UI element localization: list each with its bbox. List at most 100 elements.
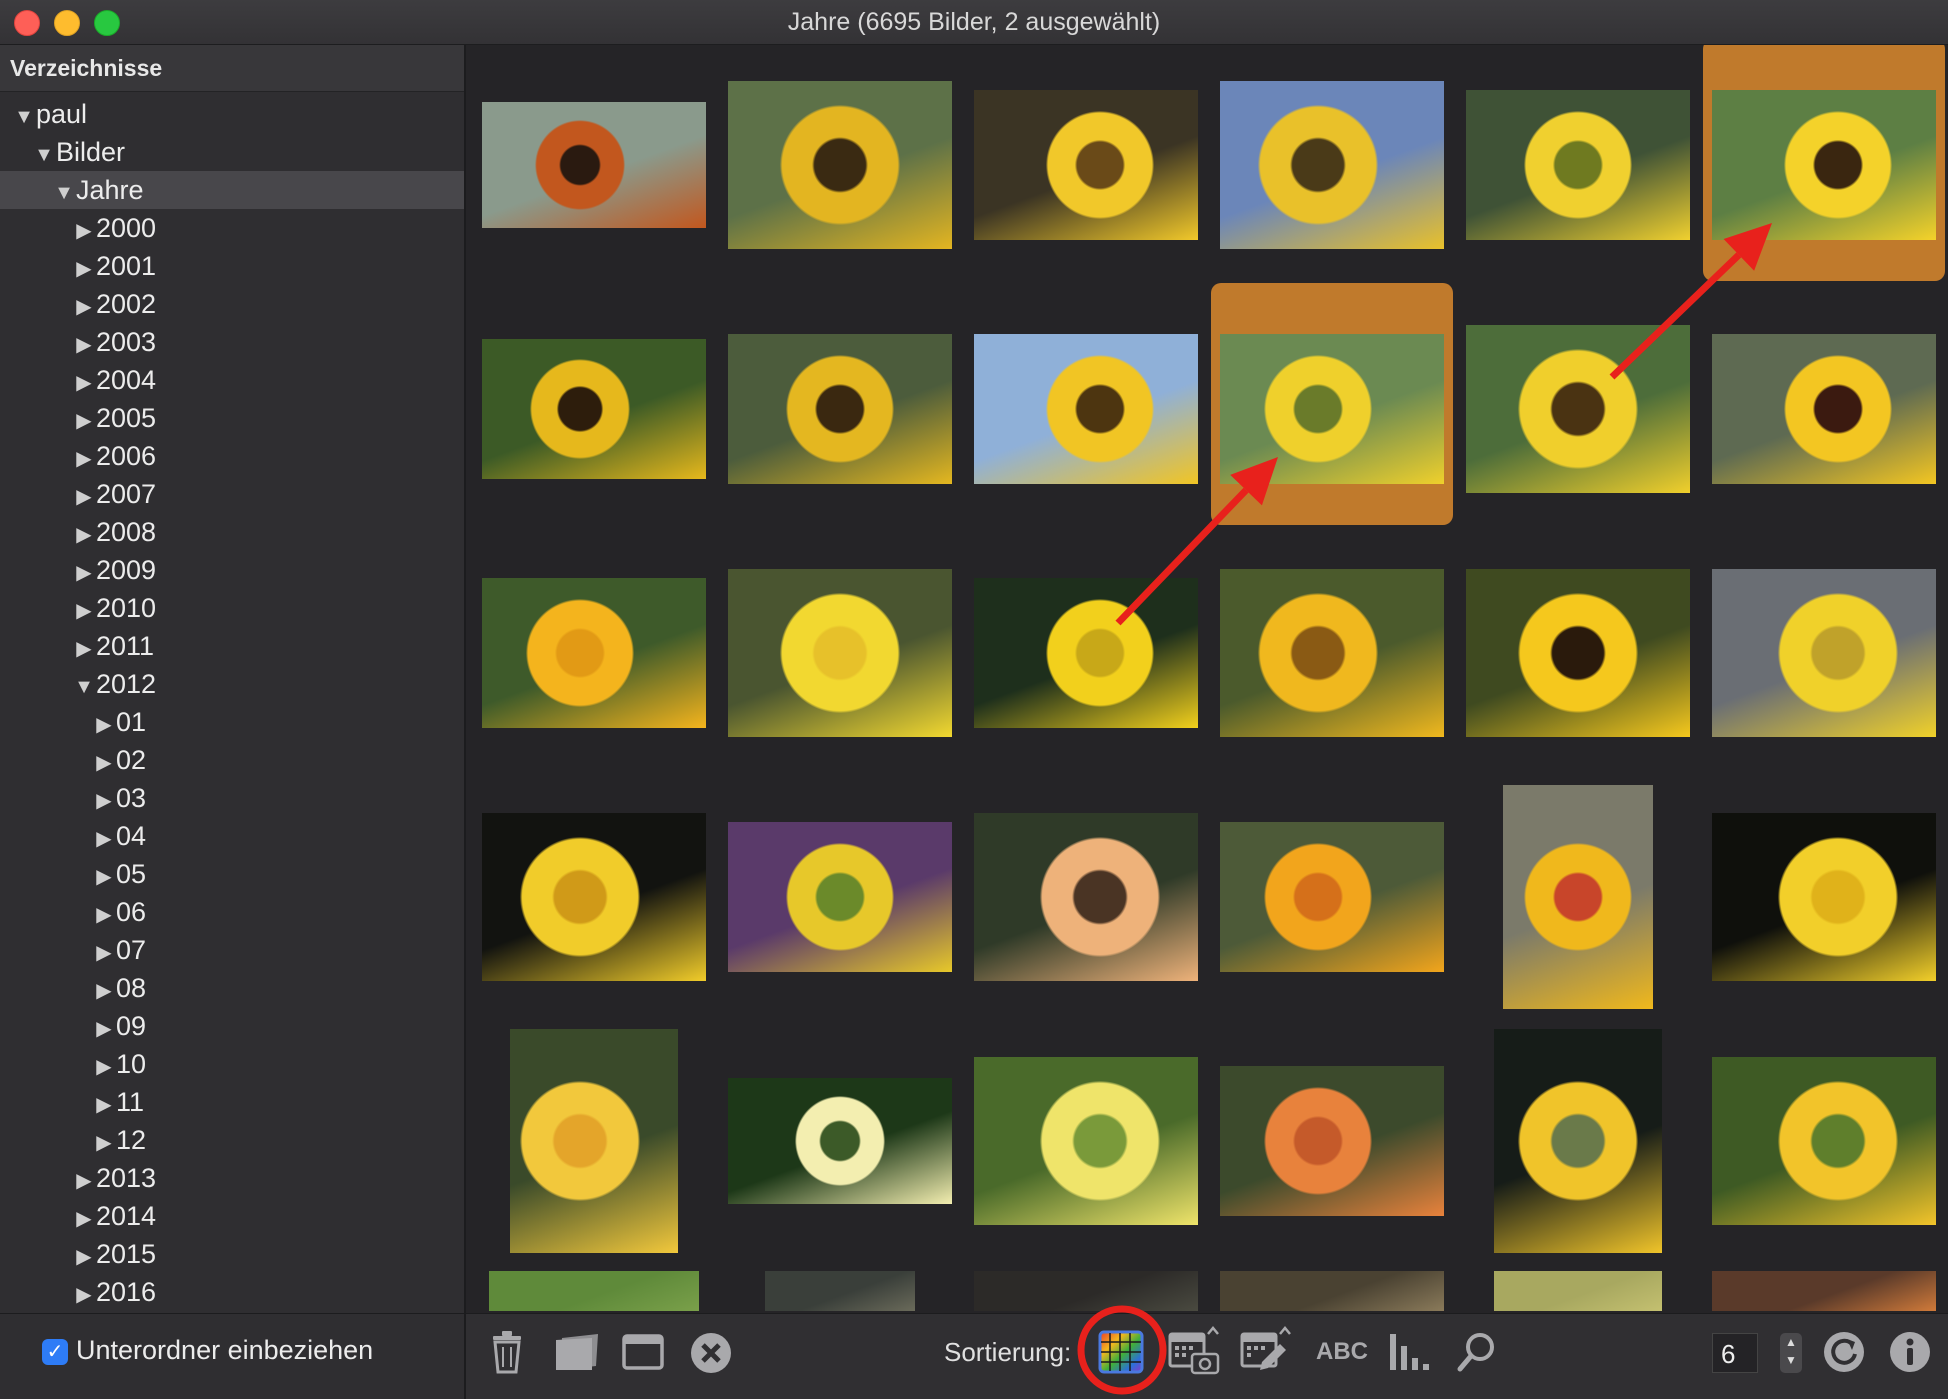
- disclosure-collapsed-icon[interactable]: ▶: [74, 478, 94, 516]
- disclosure-collapsed-icon[interactable]: ▶: [94, 744, 114, 782]
- sidebar: Verzeichnisse ▼paul ▼Bilder ▼Jahre ▶ 2000 ▶ 20…: [0, 45, 466, 1313]
- disclosure-collapsed-icon[interactable]: ▶: [74, 212, 94, 250]
- include-subfolders-checkbox[interactable]: ✓: [42, 1339, 68, 1365]
- tree-item-11[interactable]: ▶ 11: [0, 1083, 464, 1121]
- annotation-arrows: [1115, 223, 1772, 626]
- disclosure-collapsed-icon[interactable]: ▶: [94, 1048, 114, 1086]
- thumbnail-grid[interactable]: [466, 45, 1948, 1313]
- tree-item-2012[interactable]: ▼2012: [0, 665, 464, 703]
- tree-item-label: 2004: [96, 365, 157, 395]
- disclosure-expanded-icon[interactable]: ▼: [34, 136, 54, 174]
- disclosure-collapsed-icon[interactable]: ▶: [94, 1010, 114, 1048]
- sort-rating-icon[interactable]: [1388, 1330, 1432, 1374]
- zoom-stepper[interactable]: ▲ ▼: [1780, 1333, 1802, 1373]
- tree-item-jahre[interactable]: ▼Jahre: [0, 171, 464, 209]
- tree-item-2013[interactable]: ▶ 2013: [0, 1159, 464, 1197]
- tree-item-2015[interactable]: ▶ 2015: [0, 1235, 464, 1273]
- tree-item-label: 2000: [96, 213, 157, 243]
- red-arrow-annotation: [1609, 223, 1772, 380]
- disclosure-collapsed-icon[interactable]: ▶: [94, 706, 114, 744]
- tree-item-2011[interactable]: ▶ 2011: [0, 627, 464, 665]
- disclosure-collapsed-icon[interactable]: ▶: [94, 1086, 114, 1124]
- tree-item-2007[interactable]: ▶ 2007: [0, 475, 464, 513]
- disclosure-expanded-icon[interactable]: ▼: [54, 174, 74, 212]
- tree-item-2003[interactable]: ▶ 2003: [0, 323, 464, 361]
- tree-item-2002[interactable]: ▶ 2002: [0, 285, 464, 323]
- disclosure-collapsed-icon[interactable]: ▶: [74, 592, 94, 630]
- tree-item-2014[interactable]: ▶ 2014: [0, 1197, 464, 1235]
- tree-item-label: 2013: [96, 1163, 157, 1193]
- disclosure-collapsed-icon[interactable]: ▶: [94, 934, 114, 972]
- info-icon[interactable]: [1888, 1330, 1932, 1374]
- disclosure-collapsed-icon[interactable]: ▶: [74, 288, 94, 326]
- search-icon[interactable]: [1456, 1330, 1498, 1374]
- disclosure-collapsed-icon[interactable]: ▶: [74, 1200, 94, 1238]
- disclosure-collapsed-icon[interactable]: ▶: [94, 1124, 114, 1162]
- tree-item-01[interactable]: ▶ 01: [0, 703, 464, 741]
- tree-item-label: 2015: [96, 1239, 157, 1269]
- tree-item-08[interactable]: ▶ 08: [0, 969, 464, 1007]
- close-circle-icon[interactable]: [690, 1332, 732, 1374]
- tree-item-2001[interactable]: ▶ 2001: [0, 247, 464, 285]
- include-subfolders-label: Unterordner einbeziehen: [76, 1335, 374, 1365]
- disclosure-collapsed-icon[interactable]: ▶: [74, 364, 94, 402]
- trash-icon[interactable]: [490, 1330, 524, 1374]
- disclosure-collapsed-icon[interactable]: ▶: [74, 1162, 94, 1200]
- tree-item-label: 05: [116, 859, 147, 889]
- tree-item-2000[interactable]: ▶ 2000: [0, 209, 464, 247]
- tree-item-09[interactable]: ▶ 09: [0, 1007, 464, 1045]
- sort-name-icon[interactable]: ABC: [1316, 1338, 1368, 1366]
- tree-item-2005[interactable]: ▶ 2005: [0, 399, 464, 437]
- disclosure-collapsed-icon[interactable]: ▶: [74, 554, 94, 592]
- disclosure-collapsed-icon[interactable]: ▶: [74, 1276, 94, 1314]
- tree-item-label: 09: [116, 1011, 147, 1041]
- tree-item-label: 2006: [96, 441, 157, 471]
- tree-item-label: 2012: [96, 669, 157, 699]
- tree-item-02[interactable]: ▶ 02: [0, 741, 464, 779]
- disclosure-collapsed-icon[interactable]: ▶: [74, 326, 94, 364]
- disclosure-collapsed-icon[interactable]: ▶: [74, 1238, 94, 1276]
- disclosure-collapsed-icon[interactable]: ▶: [94, 972, 114, 1010]
- folder-tree: ▼paul ▼Bilder ▼Jahre ▶ 2000 ▶ 2001 ▶ 2002 ▶ 2003 ▶ 2…: [0, 95, 464, 1311]
- tree-item-2009[interactable]: ▶ 2009: [0, 551, 464, 589]
- disclosure-collapsed-icon[interactable]: ▶: [74, 250, 94, 288]
- tree-item-04[interactable]: ▶ 04: [0, 817, 464, 855]
- tree-item-2010[interactable]: ▶ 2010: [0, 589, 464, 627]
- disclosure-collapsed-icon[interactable]: ▶: [94, 782, 114, 820]
- disclosure-collapsed-icon[interactable]: ▶: [74, 630, 94, 668]
- tree-item-label: 07: [116, 935, 147, 965]
- tree-item-label: 2010: [96, 593, 157, 623]
- window-icon[interactable]: [622, 1334, 664, 1370]
- disclosure-collapsed-icon[interactable]: ▶: [74, 516, 94, 554]
- tree-item-label: 2009: [96, 555, 157, 585]
- disclosure-collapsed-icon[interactable]: ▶: [74, 440, 94, 478]
- refresh-icon[interactable]: [1822, 1330, 1866, 1374]
- tree-item-2006[interactable]: ▶ 2006: [0, 437, 464, 475]
- tree-item-2016[interactable]: ▶ 2016: [0, 1273, 464, 1311]
- sort-date-modified-icon[interactable]: [1240, 1326, 1296, 1376]
- tree-item-label: 08: [116, 973, 147, 1003]
- tree-item-05[interactable]: ▶ 05: [0, 855, 464, 893]
- tree-item-bilder[interactable]: ▼Bilder: [0, 133, 464, 171]
- tree-item-07[interactable]: ▶ 07: [0, 931, 464, 969]
- tree-item-10[interactable]: ▶ 10: [0, 1045, 464, 1083]
- disclosure-collapsed-icon[interactable]: ▶: [94, 896, 114, 934]
- tree-item-paul[interactable]: ▼paul: [0, 95, 464, 133]
- highlight-circle-annotation: [1077, 1305, 1167, 1395]
- disclosure-collapsed-icon[interactable]: ▶: [74, 402, 94, 440]
- zoom-field[interactable]: 6: [1712, 1333, 1758, 1373]
- tree-item-12[interactable]: ▶ 12: [0, 1121, 464, 1159]
- disclosure-expanded-icon[interactable]: ▼: [14, 98, 34, 136]
- tree-item-2008[interactable]: ▶ 2008: [0, 513, 464, 551]
- tree-item-06[interactable]: ▶ 06: [0, 893, 464, 931]
- sort-date-taken-icon[interactable]: [1168, 1326, 1224, 1376]
- disclosure-collapsed-icon[interactable]: ▶: [94, 820, 114, 858]
- tree-item-label: 04: [116, 821, 147, 851]
- tree-item-label: Jahre: [76, 175, 144, 205]
- disclosure-collapsed-icon[interactable]: ▶: [94, 858, 114, 896]
- tree-item-2004[interactable]: ▶ 2004: [0, 361, 464, 399]
- tree-item-03[interactable]: ▶ 03: [0, 779, 464, 817]
- tree-item-label: 2007: [96, 479, 157, 509]
- disclosure-expanded-icon[interactable]: ▼: [74, 668, 94, 706]
- album-icon[interactable]: [554, 1332, 600, 1372]
